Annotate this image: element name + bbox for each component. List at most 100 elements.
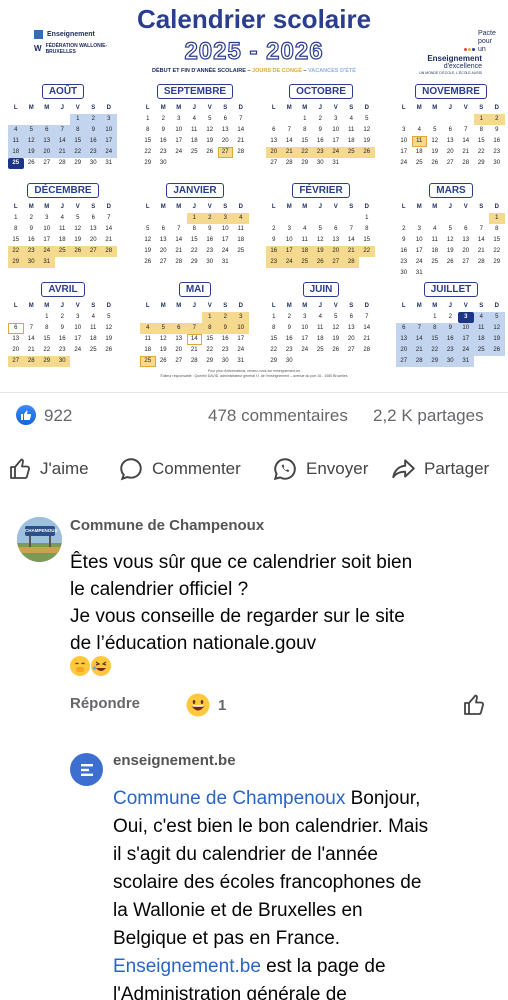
reply-author[interactable]: enseignement.be xyxy=(113,752,236,769)
day-cell: 24 xyxy=(415,259,423,265)
day-cell: 31 xyxy=(237,358,245,364)
day-cell: 25 xyxy=(297,257,313,268)
day-cell: 15 xyxy=(206,336,214,342)
reply-avatar[interactable] xyxy=(70,753,103,786)
day-cell: 31 xyxy=(39,257,55,268)
comment-button[interactable]: Commenter xyxy=(118,456,241,482)
post-image-calendar[interactable]: Enseignement W FÉDÉRATION WALLONIE-BRUXEL… xyxy=(0,0,508,392)
day-cell: 28 xyxy=(477,259,485,265)
day-cell: 16 xyxy=(285,336,293,342)
day-cell: 25 xyxy=(54,246,70,257)
reply-line: Commune de Champenoux Bonjour, xyxy=(113,785,495,813)
enseignement-link[interactable]: Enseignement.be xyxy=(113,956,261,977)
reply-button[interactable]: Répondre xyxy=(70,695,140,712)
day-cell: 3 xyxy=(177,116,181,122)
weekday-header: M xyxy=(176,303,182,309)
weekday-header: M xyxy=(416,105,422,111)
weekday-header: L xyxy=(401,105,406,111)
commenter-avatar[interactable]: CHAMPENOUX xyxy=(17,517,62,562)
day-cell: 18 xyxy=(89,336,97,342)
day-cell: 14 xyxy=(105,226,113,232)
day-cell: 10 xyxy=(74,325,82,331)
day-cell: 5 xyxy=(146,226,150,232)
mention-link[interactable]: Commune de Champenoux xyxy=(113,788,345,809)
day-cell: 4 xyxy=(60,215,64,221)
day-cell: 19 xyxy=(144,248,152,254)
day-cell: 4 xyxy=(433,226,437,232)
shares-count[interactable]: 2,2 K partages xyxy=(373,406,484,426)
weekday-header: J xyxy=(318,105,322,111)
like-reaction-icon[interactable] xyxy=(16,405,36,425)
day-cell: 11 xyxy=(411,136,427,147)
comment-like-button[interactable] xyxy=(462,693,486,722)
reply-line: scolaire des écoles francophones de xyxy=(113,872,422,893)
day-cell: 8 xyxy=(427,323,443,334)
day-cell: 20 xyxy=(159,248,167,254)
day-cell: 27 xyxy=(347,347,355,353)
weekday-header: V xyxy=(333,204,338,210)
empty-cell xyxy=(156,312,172,323)
send-button[interactable]: Envoyer xyxy=(272,456,368,482)
day-cell: 23 xyxy=(206,248,214,254)
day-cell: 20 xyxy=(396,345,412,356)
day-cell: 17 xyxy=(221,237,229,243)
day-cell: 13 xyxy=(347,325,355,331)
empty-cell xyxy=(8,312,24,323)
day-cell: 9 xyxy=(208,226,212,232)
day-cell: 19 xyxy=(74,237,82,243)
day-cell: 18 xyxy=(316,336,324,342)
day-cell: 17 xyxy=(237,336,245,342)
day-cell: 21 xyxy=(190,347,198,353)
day-cell: 15 xyxy=(190,237,198,243)
day-cell: 24 xyxy=(281,257,297,268)
weekday-header: M xyxy=(28,204,34,210)
day-cell: 25 xyxy=(237,248,245,254)
rolling-laughing-icon xyxy=(91,656,111,676)
empty-cell xyxy=(140,213,156,224)
comment-reaction[interactable]: 1 xyxy=(186,693,226,717)
day-cell: 30 xyxy=(221,358,229,364)
day-cell: 29 xyxy=(206,358,214,364)
like-button[interactable]: J'aime xyxy=(8,456,89,482)
day-cell: 18 xyxy=(347,138,355,144)
day-cell: 13 xyxy=(159,237,167,243)
day-cell: 27 xyxy=(217,147,233,158)
weekday-header: V xyxy=(207,204,212,210)
day-cell: 29 xyxy=(190,259,198,265)
day-cell: 26 xyxy=(105,347,113,353)
day-cell: 12 xyxy=(74,226,82,232)
day-cell: 16 xyxy=(206,237,214,243)
enseignement-logo-icon xyxy=(80,763,93,776)
weekday-header: D xyxy=(238,303,243,309)
weekday-header: J xyxy=(60,105,64,111)
day-cell: 16 xyxy=(442,334,458,345)
weekday-header: D xyxy=(364,303,369,309)
day-cell: 28 xyxy=(190,358,198,364)
day-cell: 18 xyxy=(8,147,24,158)
empty-cell xyxy=(412,114,428,125)
day-cell: 2 xyxy=(272,226,276,232)
month-janvier: JANVIER L M M J V S D 1 2 3 4 5 6 7 8 9 10 11 12 13 14 15 16 17 1… xyxy=(140,183,250,268)
empty-cell xyxy=(266,114,282,125)
likes-count[interactable]: 922 xyxy=(44,406,72,426)
day-cell: 1 xyxy=(433,314,437,320)
weekday-header: V xyxy=(75,204,80,210)
day-cell: 24 xyxy=(101,147,117,158)
share-button[interactable]: Partager xyxy=(390,456,489,482)
day-cell: 15 xyxy=(12,237,20,243)
day-cell: 11 xyxy=(144,336,151,342)
day-cell: 15 xyxy=(70,136,86,147)
weekday-header: M xyxy=(176,204,182,210)
day-cell: 25 xyxy=(415,160,423,166)
commenter-name[interactable]: Commune de Champenoux xyxy=(70,517,264,534)
day-cell: 8 xyxy=(45,325,49,331)
weekday-header: J xyxy=(448,105,452,111)
whatsapp-icon xyxy=(273,458,296,481)
weekday-header: S xyxy=(91,204,96,210)
day-cell: 2 xyxy=(202,213,218,224)
day-cell: 30 xyxy=(206,259,214,265)
day-cell: 22 xyxy=(8,246,24,257)
comments-count[interactable]: 478 commentaires xyxy=(208,406,348,426)
month-décembre: DÉCEMBRE L M M J V S D 1 2 3 4 5 6 7 8 9 10 11 12 13 14 15 16 17… xyxy=(8,183,118,268)
day-cell: 14 xyxy=(363,325,371,331)
